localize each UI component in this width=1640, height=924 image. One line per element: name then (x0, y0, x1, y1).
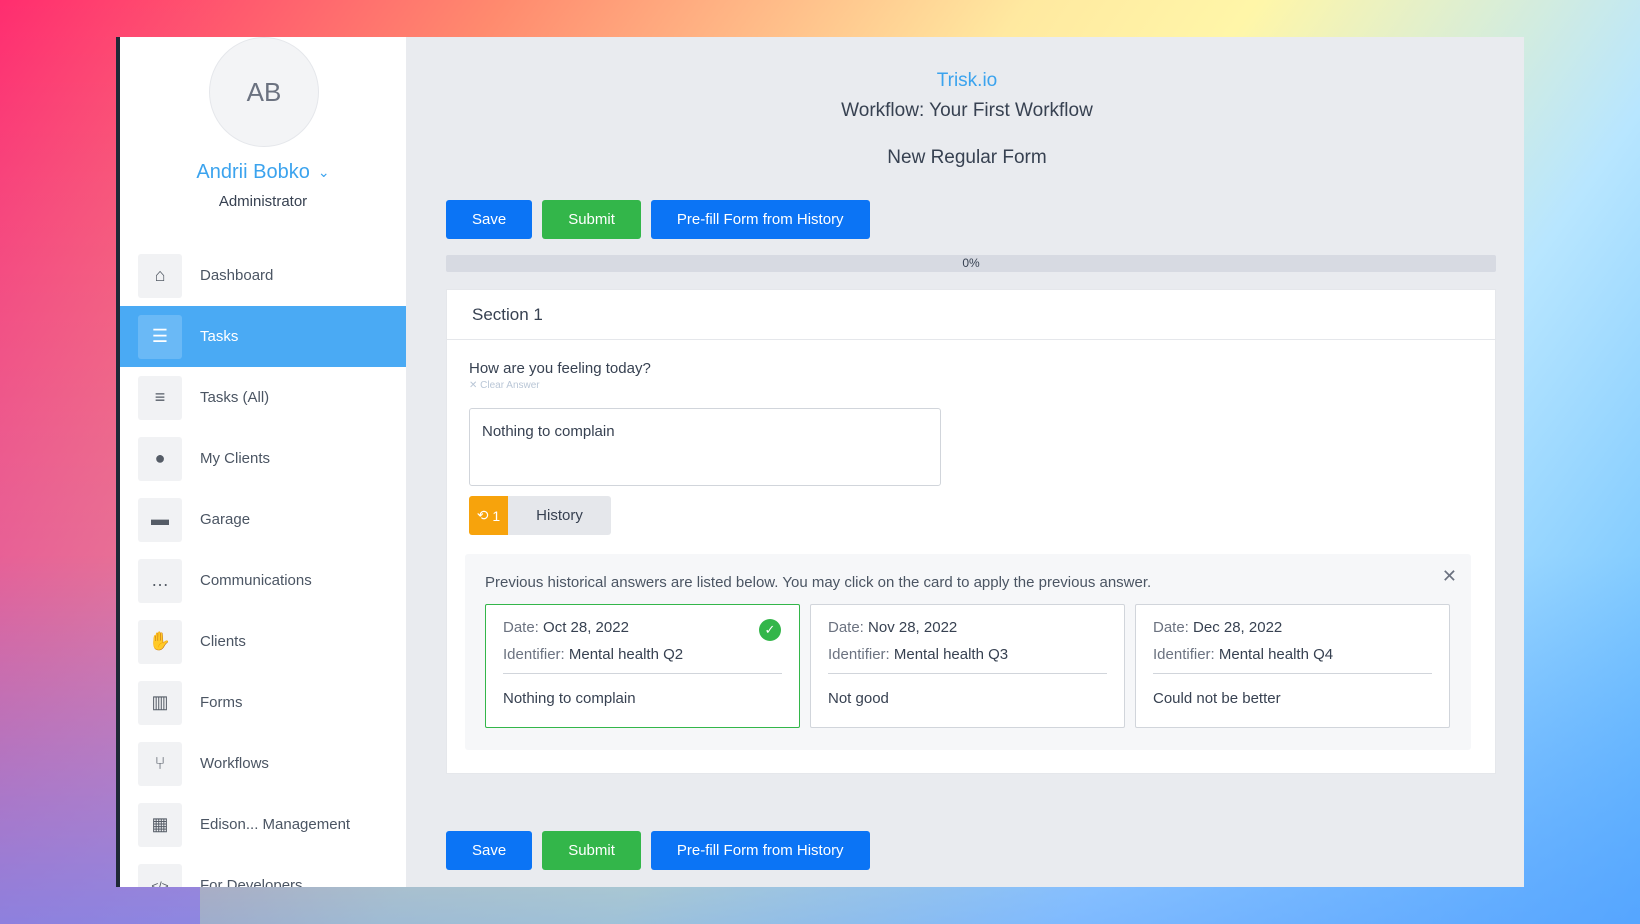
main-content: Trisk.io Workflow: Your First Workflow N… (410, 37, 1524, 887)
submit-button[interactable]: Submit (542, 200, 641, 239)
save-button[interactable]: Save (446, 200, 533, 239)
history-button[interactable]: History (508, 496, 611, 535)
sidebar-item-label: My Clients (200, 450, 271, 467)
sidebar-item-for-developers[interactable]: </> For Developers (120, 855, 406, 887)
progress-bar: 0% (446, 255, 1496, 272)
history-identifier: Mental health Q4 (1218, 646, 1334, 663)
history-card[interactable]: Date: Dec 28, 2022 Identifier: Mental he… (1135, 604, 1450, 728)
sidebar-item-label: Garage (200, 511, 251, 528)
bottom-action-bar: Save Submit Pre-fill Form from History (446, 831, 870, 870)
sidebar-item-label: Tasks (200, 328, 239, 345)
history-count: 1 (492, 507, 501, 524)
history-date: Oct 28, 2022 (543, 619, 629, 636)
workflow-title: Workflow: Your First Workflow (841, 100, 1093, 121)
sidebar-item-my-clients[interactable]: ● My Clients (120, 428, 406, 489)
top-action-bar: Save Submit Pre-fill Form from History (446, 200, 870, 239)
date-key: Date: (1153, 619, 1189, 636)
clear-answer-label: Clear Answer (480, 380, 540, 391)
sidebar-item-forms[interactable]: ▥ Forms (120, 672, 406, 733)
save-button[interactable]: Save (446, 831, 533, 870)
chat-icon: … (138, 558, 182, 603)
identifier-key: Identifier: (503, 646, 565, 663)
history-icon: ⟲ (476, 507, 489, 523)
history-identifier: Mental health Q3 (893, 646, 1009, 663)
history-card[interactable]: ✓ Date: Oct 28, 2022 Identifier: Mental … (485, 604, 800, 728)
tasks-icon: ☰ (138, 314, 182, 359)
date-key: Date: (828, 619, 864, 636)
columns-icon: ▥ (138, 680, 182, 725)
history-answer: Nothing to complain (503, 690, 636, 707)
sidebar-item-edison-management[interactable]: ▦ Edison... Management (120, 794, 406, 855)
app-window: AB Andrii Bobko ⌄ Administrator ⌂ Dashboa… (116, 37, 1524, 887)
handshake-icon: ✋ (138, 619, 182, 664)
section-title: Section 1 (447, 290, 1495, 340)
building-icon: ▦ (138, 802, 182, 847)
sidebar-item-clients[interactable]: ✋ Clients (120, 611, 406, 672)
home-icon: ⌂ (138, 253, 182, 298)
clear-answer-link[interactable]: ✕ Clear Answer (469, 380, 540, 391)
history-count-badge[interactable]: ⟲ 1 (469, 496, 508, 535)
question-label: How are you feeling today? (469, 360, 651, 377)
sidebar-item-label: Tasks (All) (200, 389, 270, 406)
answer-textarea[interactable]: Nothing to complain (469, 408, 941, 486)
submit-button[interactable]: Submit (542, 831, 641, 870)
check-circle-icon: ✓ (759, 619, 781, 641)
sidebar-item-label: Dashboard (200, 267, 274, 284)
sidebar-item-tasks[interactable]: ☰ Tasks (120, 306, 406, 367)
sidebar-item-label: Edison... Management (200, 816, 351, 833)
identifier-key: Identifier: (828, 646, 890, 663)
divider (503, 673, 782, 674)
identifier-key: Identifier: (1153, 646, 1215, 663)
close-icon[interactable]: ✕ (1442, 566, 1457, 587)
sidebar-nav: ⌂ Dashboard ☰ Tasks ≡ Tasks (All) ● My C… (120, 245, 406, 887)
list-check-icon: ≡ (138, 375, 182, 420)
history-date: Nov 28, 2022 (868, 619, 958, 636)
sidebar-item-communications[interactable]: … Communications (120, 550, 406, 611)
page-title: New Regular Form (887, 147, 1047, 168)
history-cards: ✓ Date: Oct 28, 2022 Identifier: Mental … (485, 604, 1450, 728)
history-identifier: Mental health Q2 (568, 646, 684, 663)
brand-link[interactable]: Trisk.io (410, 70, 1524, 92)
form-section: Section 1 How are you feeling today? ✕ C… (446, 289, 1496, 774)
sidebar-item-dashboard[interactable]: ⌂ Dashboard (120, 245, 406, 306)
prefill-history-button[interactable]: Pre-fill Form from History (650, 831, 870, 870)
progress-label: 0% (962, 256, 980, 270)
archive-icon: ▬ (138, 497, 182, 542)
chevron-down-icon: ⌄ (317, 164, 330, 181)
date-key: Date: (503, 619, 539, 636)
code-icon: </> (138, 863, 182, 887)
history-answer: Could not be better (1153, 690, 1281, 707)
history-intro: Previous historical answers are listed b… (485, 574, 1152, 591)
avatar[interactable]: AB (209, 37, 319, 147)
sidebar-item-label: Communications (200, 572, 312, 589)
history-panel: Previous historical answers are listed b… (465, 554, 1471, 750)
divider (828, 673, 1107, 674)
sidebar-item-label: Clients (200, 633, 246, 650)
user-menu[interactable]: Andrii Bobko ⌄ (120, 161, 406, 184)
user-name: Andrii Bobko (196, 161, 310, 183)
divider (1153, 673, 1432, 674)
user-icon: ● (138, 436, 182, 481)
history-toggle[interactable]: ⟲ 1 History (469, 496, 611, 535)
sidebar-item-label: Workflows (200, 755, 269, 772)
branch-icon: ⑂ (138, 741, 182, 786)
history-answer: Not good (828, 690, 889, 707)
sidebar-item-label: For Developers (200, 877, 303, 887)
sidebar: AB Andrii Bobko ⌄ Administrator ⌂ Dashboa… (120, 37, 406, 887)
sidebar-item-workflows[interactable]: ⑂ Workflows (120, 733, 406, 794)
sidebar-item-label: Forms (200, 694, 243, 711)
prefill-history-button[interactable]: Pre-fill Form from History (650, 200, 870, 239)
sidebar-item-tasks-all[interactable]: ≡ Tasks (All) (120, 367, 406, 428)
history-date: Dec 28, 2022 (1193, 619, 1283, 636)
sidebar-item-garage[interactable]: ▬ Garage (120, 489, 406, 550)
history-card[interactable]: Date: Nov 28, 2022 Identifier: Mental he… (810, 604, 1125, 728)
user-role: Administrator (218, 193, 308, 210)
